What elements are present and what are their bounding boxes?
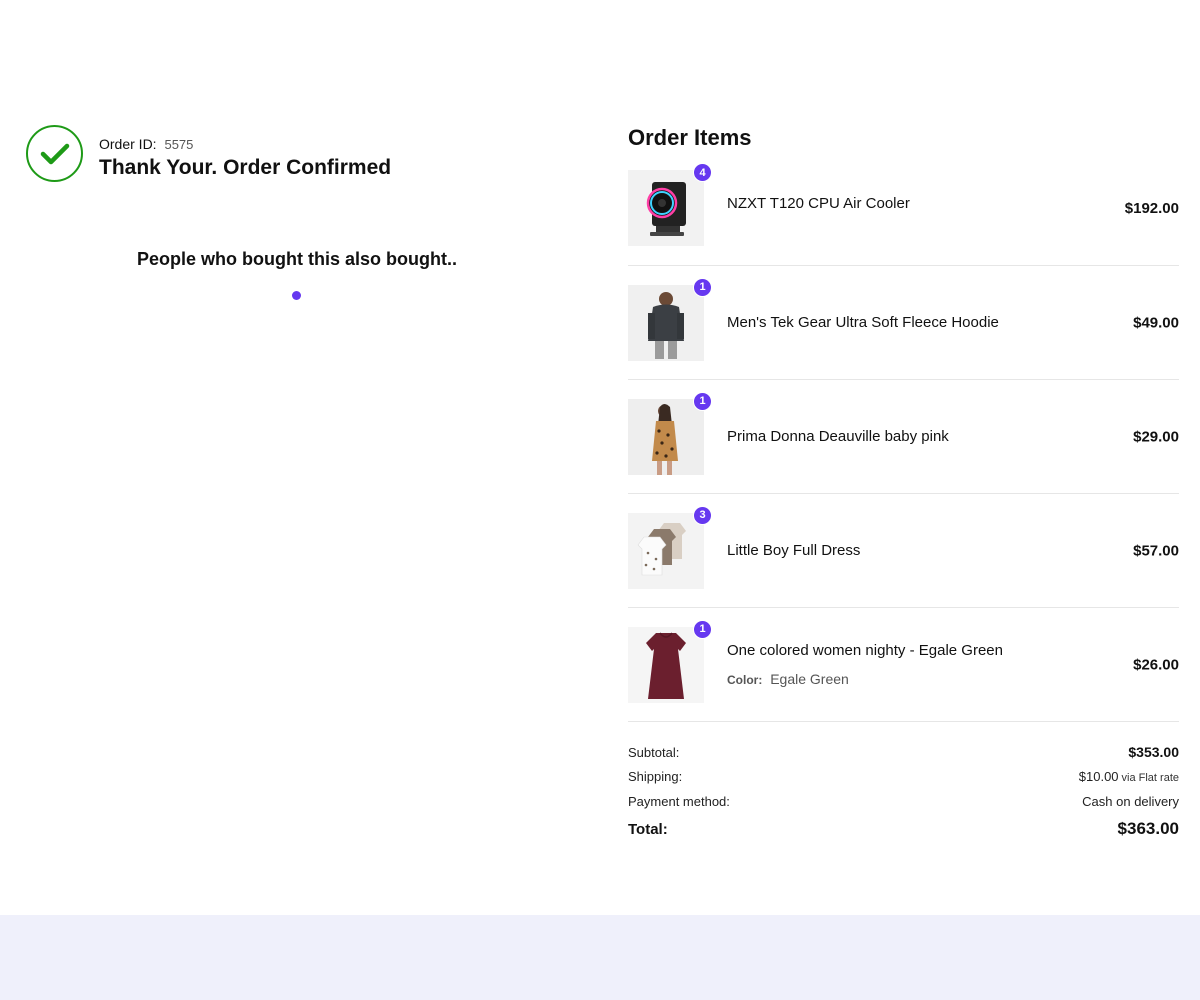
quantity-badge: 4: [693, 163, 712, 182]
cpu-cooler-image: [628, 170, 704, 246]
footer-band: [0, 915, 1200, 1000]
confirmation-title: Thank Your. Order Confirmed: [99, 156, 392, 179]
quantity-badge: 1: [693, 277, 712, 297]
order-item: 1 Men's Tek Gear Ultra Soft Fleece Hoodi…: [628, 266, 1179, 380]
total-row: Total: $363.00: [628, 819, 1179, 844]
order-item: 3 Little Boy Full Dress $57.00: [628, 494, 1179, 608]
order-totals: Subtotal: $353.00 Shipping: $10.00 via Fl…: [628, 744, 1179, 844]
item-price: $26.00: [1133, 656, 1179, 673]
order-id-label: Order ID:: [99, 136, 157, 152]
item-thumbnail[interactable]: 4: [628, 163, 712, 246]
item-variation: Color: Egale Green: [727, 671, 1003, 687]
subtotal-value: $353.00: [1128, 744, 1179, 760]
subtotal-row: Subtotal: $353.00: [628, 744, 1179, 769]
item-details: Men's Tek Gear Ultra Soft Fleece Hoodie: [727, 314, 999, 331]
item-thumbnail[interactable]: 1: [628, 391, 712, 475]
item-details: Little Boy Full Dress: [727, 542, 860, 559]
total-value: $363.00: [1117, 819, 1179, 838]
shipping-amount: $10.00 via Flat rate: [1079, 769, 1179, 784]
order-items-title: Order Items: [628, 125, 752, 150]
item-price: $29.00: [1133, 428, 1179, 445]
item-price: $192.00: [1124, 200, 1179, 217]
item-name[interactable]: Little Boy Full Dress: [727, 542, 860, 559]
item-price: $49.00: [1133, 314, 1179, 331]
quantity-badge: 1: [693, 391, 712, 411]
item-name[interactable]: One colored women nighty - Egale Green: [727, 642, 1003, 659]
hoodie-image: [628, 284, 704, 361]
item-name[interactable]: NZXT T120 CPU Air Cooler: [727, 195, 910, 212]
order-confirmation-header: Order ID: 5575 Thank Your. Order Confirm…: [26, 125, 391, 182]
payment-method-value: Cash on delivery: [1082, 794, 1179, 809]
subtotal-label: Subtotal:: [628, 745, 680, 760]
item-details: One colored women nighty - Egale Green C…: [727, 642, 1003, 687]
total-label: Total:: [628, 821, 668, 838]
order-id-value: 5575: [164, 137, 194, 152]
loading-indicator: [292, 291, 301, 300]
payment-method-row: Payment method: Cash on delivery: [628, 794, 1179, 819]
order-item: 1 Prima Donna Deauville baby pink $29.00: [628, 380, 1179, 494]
variation-value: Egale Green: [770, 671, 849, 687]
quantity-badge: 3: [693, 505, 712, 525]
order-item: 4 NZXT T120 CPU Air Cooler $192.00: [628, 163, 1179, 266]
item-details: NZXT T120 CPU Air Cooler: [727, 195, 910, 212]
shipping-label: Shipping:: [628, 769, 683, 784]
baby-bodysuits-image: [628, 512, 704, 589]
order-item: 1 One colored women nighty - Egale Green…: [628, 608, 1179, 722]
shipping-value: $10.00: [1078, 769, 1119, 784]
recommendations-heading: People who bought this also bought..: [137, 249, 457, 269]
payment-method-label: Payment method:: [628, 794, 730, 809]
shipping-method: via Flat rate: [1121, 772, 1179, 784]
shipping-row: Shipping: $10.00 via Flat rate: [628, 769, 1179, 794]
item-price: $57.00: [1133, 542, 1179, 559]
item-thumbnail[interactable]: 1: [628, 277, 712, 361]
variation-label: Color:: [727, 673, 763, 687]
quantity-badge: 1: [693, 619, 712, 639]
leopard-dress-image: [628, 398, 704, 475]
item-name[interactable]: Prima Donna Deauville baby pink: [727, 428, 949, 445]
order-id: Order ID: 5575: [99, 135, 391, 154]
item-name[interactable]: Men's Tek Gear Ultra Soft Fleece Hoodie: [727, 314, 999, 331]
order-items-panel: Order Items 4 NZXT T120 CPU Air Cooler $…: [628, 125, 1179, 844]
item-details: Prima Donna Deauville baby pink: [727, 428, 949, 445]
order-confirmation-page: Order ID: 5575 Thank Your. Order Confirm…: [0, 0, 1200, 1000]
item-thumbnail[interactable]: 1: [628, 619, 712, 703]
confirmation-text: Order ID: 5575 Thank Your. Order Confirm…: [99, 135, 391, 180]
order-items-list: 4 NZXT T120 CPU Air Cooler $192.00 1 Men…: [628, 163, 1179, 722]
item-thumbnail[interactable]: 3: [628, 505, 712, 589]
check-circle-icon: [26, 125, 83, 182]
nighty-image: [628, 626, 704, 703]
